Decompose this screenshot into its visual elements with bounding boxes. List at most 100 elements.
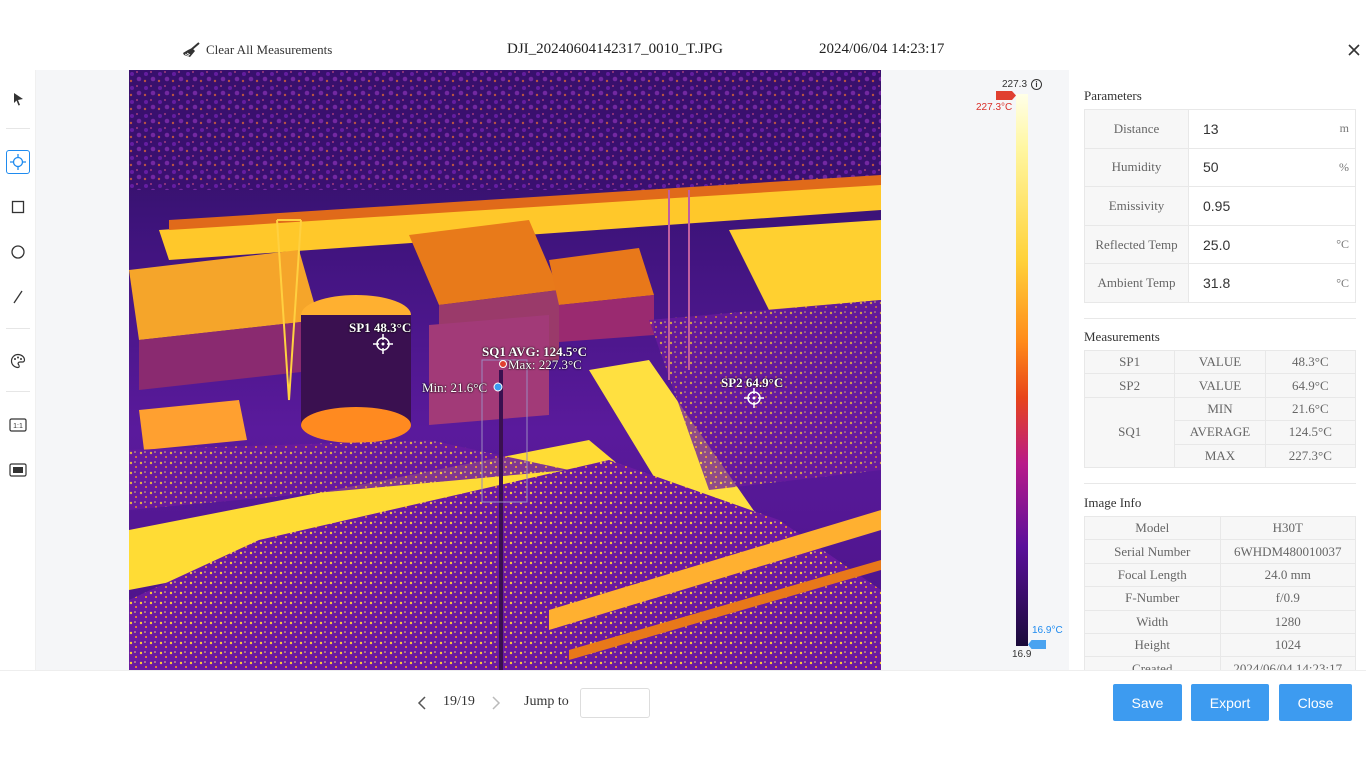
file-name: DJI_20240604142317_0010_T.JPG [507,41,723,57]
measurement-kind: MAX [1174,443,1266,468]
capture-datetime: 2024/06/04 14:23:17 [819,41,945,57]
info-icon[interactable]: i [1031,79,1042,90]
spot-meter-icon[interactable] [6,150,30,174]
reflected-temp-input[interactable]: 25.0 [1188,224,1328,265]
sp1-label: SP1 48.3°C [349,320,412,335]
palette-icon[interactable] [6,349,30,373]
distance-input[interactable]: 13 [1188,109,1328,149]
rectangle-icon[interactable] [6,195,30,219]
measurement-name: SP1 [1083,349,1176,375]
jump-to-input[interactable] [580,688,650,718]
info-label: Serial Number [1084,539,1221,564]
param-unit: °C [1327,263,1356,303]
measurement-kind: VALUE [1174,373,1266,398]
measurement-row: SP1 VALUE 48.3°C [1083,349,1357,375]
info-row: F-Number f/0.9 [1084,586,1356,611]
measurement-value: 227.3°C [1264,443,1357,468]
info-value: 2024/06/04 14:23:17 [1219,656,1356,670]
param-unit: °C [1327,224,1356,265]
footer-bar: 19/19 Jump to Save Export Close [0,670,1366,768]
header: Clear All Measurements DJI_2024060414231… [0,0,1366,70]
scale-max-value: 227.3 [1002,79,1028,90]
clear-all-measurements-button[interactable]: Clear All Measurements [182,40,332,60]
info-value: 1024 [1219,632,1356,658]
param-row-reflected-temp: Reflected Temp 25.0 °C [1084,224,1356,265]
scale-low-temp: 16.9°C [1032,625,1063,636]
info-label: Model [1084,515,1221,541]
emissivity-input[interactable]: 0.95 [1188,186,1328,226]
section-divider [1084,483,1356,484]
scale-min-value: 16.9 [1012,649,1032,660]
measurement-value: 124.5°C [1264,420,1357,445]
measurement-name: SQ1 [1083,396,1176,468]
jump-to-label: Jump to [524,694,569,709]
actual-size-label: 1:1 [13,423,23,430]
scale-high-temp: 227.3°C [976,102,1013,113]
measurement-value: 64.9°C [1264,373,1357,398]
measurement-name: SP2 [1083,373,1176,398]
param-unit [1327,186,1356,226]
param-label: Reflected Temp [1084,224,1189,265]
close-button[interactable]: Close [1279,684,1352,721]
max-point [499,360,507,368]
sq1-max-label: Max: 227.3°C [508,357,582,372]
info-label: Width [1084,609,1221,634]
temperature-scale-bar [1016,94,1028,646]
info-label: F-Number [1084,586,1221,611]
broom-icon [183,42,200,57]
param-unit: m [1327,109,1356,149]
section-divider [1084,318,1356,319]
circle-icon[interactable] [6,240,30,264]
close-icon[interactable] [1344,40,1364,60]
param-row-ambient-temp: Ambient Temp 31.8 °C [1084,263,1356,303]
param-row-distance: Distance 13 m [1084,109,1356,149]
thermal-image[interactable]: SP1 48.3°C SQ1 AVG: 124.5°C Max: 227.3°C… [129,70,881,670]
chevron-left-icon[interactable] [414,693,430,713]
info-value: 1280 [1219,609,1356,634]
param-unit: % [1327,147,1356,188]
param-label: Distance [1084,109,1189,149]
param-label: Ambient Temp [1084,263,1189,303]
measurement-value: 48.3°C [1264,349,1357,375]
parameters-table: Distance 13 m Humidity 50 % Emissivity 0… [1084,109,1356,303]
export-button[interactable]: Export [1191,684,1269,721]
measurements-title: Measurements [1084,329,1160,344]
info-row: Focal Length 24.0 mm [1084,562,1356,588]
chevron-right-icon[interactable] [488,693,504,713]
image-viewer: SP1 48.3°C SQ1 AVG: 124.5°C Max: 227.3°C… [36,70,1069,670]
tool-sidebar: 1:1 [0,70,36,670]
actual-size-icon[interactable]: 1:1 [6,413,30,437]
measurement-value: 21.6°C [1264,396,1357,422]
toolbar-divider [6,328,30,329]
measurement-row: SP2 VALUE 64.9°C [1083,373,1357,398]
pointer-icon[interactable] [6,87,30,111]
info-row: Width 1280 [1084,609,1356,634]
line-icon[interactable] [6,285,30,309]
info-label: Height [1084,632,1221,658]
info-value: 24.0 mm [1219,562,1356,588]
humidity-input[interactable]: 50 [1188,147,1328,188]
fit-screen-icon[interactable] [6,458,30,482]
param-label: Emissivity [1084,186,1189,226]
info-label: Focal Length [1084,562,1221,588]
scale-low-handle[interactable] [1028,640,1046,649]
info-row: Model H30T [1084,515,1356,541]
toolbar-divider [6,128,30,129]
info-row: Created 2024/06/04 14:23:17 [1084,656,1356,670]
info-value: f/0.9 [1219,586,1356,611]
ambient-temp-input[interactable]: 31.8 [1188,263,1328,303]
toolbar-divider [6,391,30,392]
save-button[interactable]: Save [1113,684,1182,721]
info-value: H30T [1219,515,1356,541]
measurement-kind: AVERAGE [1174,420,1266,445]
scale-high-handle[interactable] [996,91,1016,100]
param-row-emissivity: Emissivity 0.95 [1084,186,1356,226]
sq1-min-label: Min: 21.6°C [422,380,488,395]
info-label: Created [1084,656,1221,670]
info-panel: Parameters Distance 13 m Humidity 50 % E… [1070,70,1366,670]
sp2-label: SP2 64.9°C [721,375,784,390]
measurement-row: SQ1 MIN 21.6°C [1083,396,1357,468]
page-indicator: 19/19 [443,694,475,709]
info-value: 6WHDM480010037 [1219,539,1356,564]
image-info-title: Image Info [1084,495,1142,510]
